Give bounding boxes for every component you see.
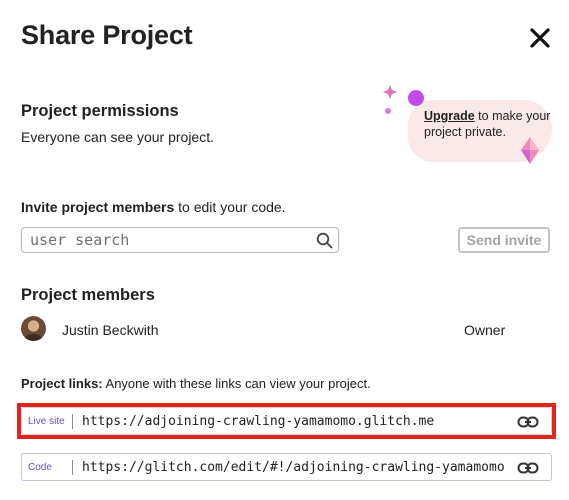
permissions-description: Everyone can see your project. [21, 129, 214, 145]
close-icon [530, 28, 550, 48]
link-icon[interactable] [517, 414, 539, 430]
link-divider [72, 460, 73, 475]
upgrade-link[interactable]: Upgrade [424, 109, 475, 123]
user-search-box [21, 227, 339, 253]
code-label: Code [28, 462, 52, 473]
avatar [21, 316, 46, 341]
members-heading: Project members [21, 286, 155, 304]
invite-label: Invite project members to edit your code… [21, 199, 286, 215]
link-icon[interactable] [517, 460, 539, 476]
invite-label-bold: Invite project members [21, 199, 175, 215]
code-link-row[interactable]: Code https://glitch.com/edit/#!/adjoinin… [21, 453, 552, 481]
invite-label-rest: to edit your code. [174, 199, 286, 215]
share-project-dialog: Share Project Project permissions Everyo… [0, 0, 569, 500]
search-icon [316, 232, 333, 249]
live-site-url[interactable]: https://adjoining-crawling-yamamomo.glit… [82, 414, 512, 429]
user-search-input[interactable] [22, 228, 312, 252]
member-role: Owner [464, 322, 506, 338]
live-site-link-row[interactable]: Live site https://adjoining-crawling-yam… [21, 407, 552, 435]
member-name: Justin Beckwith [62, 322, 159, 338]
send-invite-button[interactable]: Send invite [458, 227, 550, 253]
link-divider [72, 414, 73, 429]
dialog-title: Share Project [21, 20, 193, 50]
live-site-label: Live site [28, 416, 65, 427]
project-links-label-bold: Project links: [21, 376, 103, 391]
member-row: Justin Beckwith Owner [21, 316, 541, 344]
close-button[interactable] [526, 24, 554, 52]
upgrade-callout: Upgrade to make your project private. [424, 108, 552, 140]
project-links-label-rest: Anyone with these links can view your pr… [102, 376, 371, 391]
project-links-label: Project links: Anyone with these links c… [21, 376, 371, 391]
permissions-heading: Project permissions [21, 102, 179, 120]
code-url[interactable]: https://glitch.com/edit/#!/adjoining-cra… [82, 460, 512, 475]
